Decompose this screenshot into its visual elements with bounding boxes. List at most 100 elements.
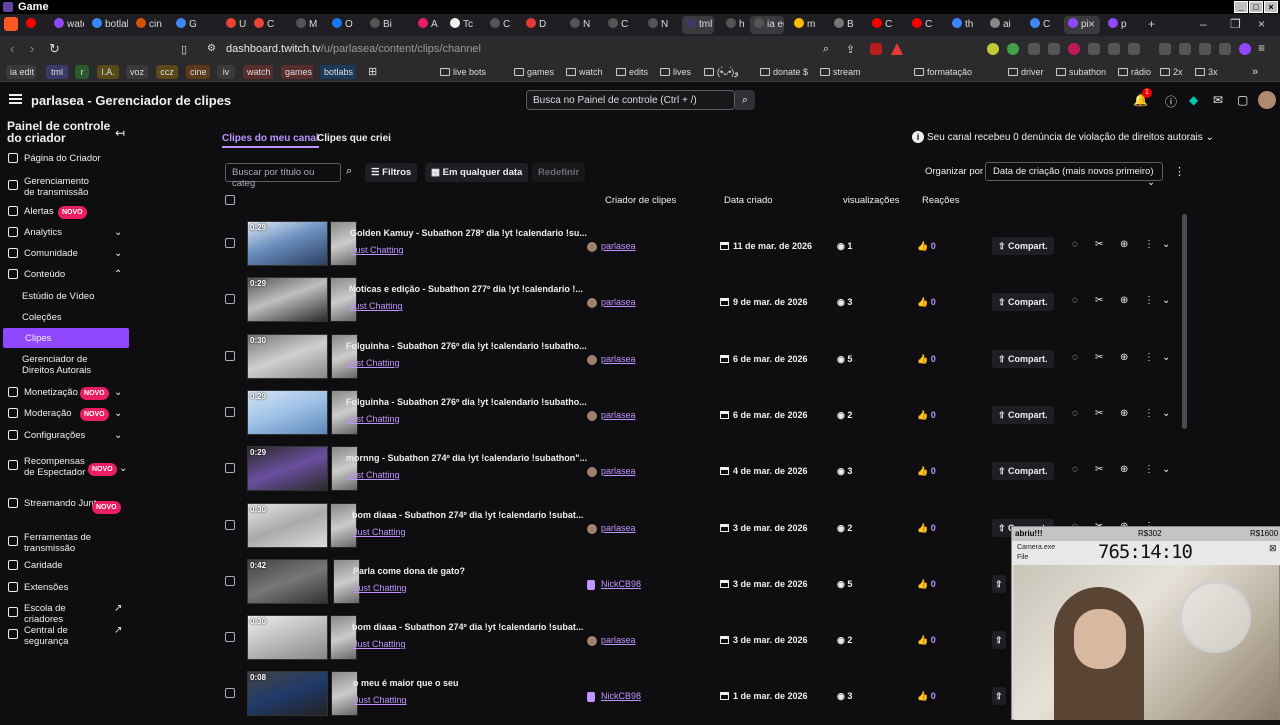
more-icon[interactable]: ⋮: [1144, 464, 1154, 475]
cam-file-menu[interactable]: File: [1017, 554, 1028, 561]
extension-2-icon[interactable]: [1007, 43, 1019, 55]
browser-tab[interactable]: U: [222, 16, 246, 34]
bookmark-item[interactable]: games: [514, 65, 554, 79]
zoom-icon[interactable]: ⌕: [823, 43, 829, 56]
sidebar-item-13[interactable]: Configurações ⌄: [0, 430, 132, 454]
bookmark-item[interactable]: voz: [126, 65, 148, 79]
clip-creator-link[interactable]: NickCB98: [601, 579, 641, 589]
sidebar-item-2[interactable]: Gerenciamento de transmissão: [0, 176, 132, 200]
bookmark-item[interactable]: 2x: [1160, 65, 1183, 79]
browser-tab[interactable]: G: [172, 16, 212, 34]
extension-8-icon[interactable]: [1128, 43, 1140, 55]
bookmark-item[interactable]: r: [75, 65, 89, 79]
clip-creator-link[interactable]: parlasea: [601, 354, 636, 364]
browser-tab[interactable]: [22, 16, 44, 34]
clip-thumbnail[interactable]: 0:29: [247, 221, 328, 266]
share-button[interactable]: ⇧: [992, 631, 1006, 650]
clip-title[interactable]: Folguinha - Subathon 276º dia !yt !calen…: [346, 341, 587, 351]
clip-category-link[interactable]: Just Chatting: [353, 639, 406, 649]
row-checkbox[interactable]: [225, 406, 235, 417]
browser-tab[interactable]: th: [948, 16, 980, 34]
more-icon[interactable]: ⋮: [1144, 352, 1154, 363]
bookmark-item[interactable]: watch: [566, 65, 603, 79]
clip-edit-icon[interactable]: ✂: [1095, 464, 1103, 475]
share-button[interactable]: ⇧ Compart.: [992, 237, 1054, 255]
hamburger-menu-icon[interactable]: [9, 94, 22, 104]
browser-tab[interactable]: h: [722, 16, 744, 34]
maximize-button[interactable]: □: [1249, 1, 1263, 13]
browser-tab[interactable]: tml: [682, 16, 714, 34]
search-icon[interactable]: ⌕: [346, 165, 352, 178]
extension-7-icon[interactable]: [1108, 43, 1120, 55]
browser-tab[interactable]: N: [566, 16, 598, 34]
filters-button[interactable]: ☰ Filtros: [365, 163, 418, 182]
bookmark-item[interactable]: ccz: [156, 65, 178, 79]
inbox-icon[interactable]: ✉: [1213, 93, 1223, 107]
bookmark-item[interactable]: donate $: [760, 65, 808, 79]
help-icon[interactable]: ⓘ: [1165, 93, 1177, 110]
browser-tab[interactable]: D: [522, 16, 560, 34]
clip-thumbnail[interactable]: 0:30: [247, 502, 328, 548]
browser-tab[interactable]: p: [1104, 16, 1140, 34]
browser-tab[interactable]: O: [328, 16, 360, 34]
browser-tab[interactable]: C: [1026, 16, 1058, 34]
row-checkbox[interactable]: [225, 294, 235, 305]
url-field[interactable]: dashboard.twitch.tv/u/parlasea/content/c…: [226, 43, 481, 55]
row-checkbox[interactable]: [225, 463, 235, 474]
extension-3-icon[interactable]: [1028, 43, 1040, 55]
browser-tab[interactable]: C: [250, 16, 288, 34]
expand-chevron-icon[interactable]: ⌄: [1162, 352, 1170, 363]
clip-category-link[interactable]: Just Chatting: [354, 583, 407, 593]
browser-tab[interactable]: Tc: [446, 16, 480, 34]
bookmark-item[interactable]: stream: [820, 65, 861, 79]
close-window-button[interactable]: ×: [1264, 1, 1278, 13]
apps-grid-icon[interactable]: ⊞: [368, 65, 377, 79]
edit-icon[interactable]: ◌: [1072, 464, 1078, 475]
browser-tab[interactable]: botlabs: [88, 16, 128, 34]
more-bookmarks-icon[interactable]: »: [1252, 65, 1258, 79]
browser-tab[interactable]: watch: [50, 16, 84, 34]
rewards-icon[interactable]: [891, 43, 903, 55]
share-button[interactable]: ⇧ Compart.: [992, 349, 1054, 368]
download-icon[interactable]: ⊕: [1120, 408, 1128, 419]
bookmark-item[interactable]: botlabs: [320, 65, 356, 79]
row-checkbox[interactable]: [225, 238, 235, 248]
extension-6-icon[interactable]: [1088, 43, 1100, 55]
minimize-button[interactable]: _: [1234, 1, 1248, 13]
clip-title[interactable]: Parla come dona de gato?: [353, 566, 465, 576]
browser-tab[interactable]: cine: [132, 16, 162, 34]
share-button[interactable]: ⇧ Compart.: [992, 293, 1054, 312]
bookmark-item[interactable]: lives: [660, 65, 691, 79]
sidebar-item-9[interactable]: Clipes: [3, 328, 129, 348]
sidebar-item-6[interactable]: Conteúdo ⌃: [0, 269, 132, 293]
row-checkbox[interactable]: [225, 519, 235, 530]
clip-edit-icon[interactable]: ✂: [1095, 295, 1103, 306]
date-filter-button[interactable]: ▦ Em qualquer data: [425, 163, 529, 182]
header-reactions[interactable]: Reações: [922, 195, 960, 206]
clip-edit-icon[interactable]: ✂: [1095, 352, 1103, 363]
browser-tab[interactable]: Bi: [366, 16, 408, 34]
row-checkbox[interactable]: [225, 575, 235, 586]
edit-icon[interactable]: ◌: [1072, 352, 1078, 363]
sort-select[interactable]: Data de criação (mais novos primeiro) ⌄: [985, 162, 1163, 188]
bits-icon[interactable]: ◆: [1189, 93, 1198, 107]
bookmark-item[interactable]: games: [281, 65, 313, 79]
bookmark-item[interactable]: tml: [46, 65, 68, 79]
more-icon[interactable]: ⋮: [1144, 408, 1154, 419]
select-all-checkbox[interactable]: [225, 195, 235, 205]
browser-tab[interactable]: ai: [986, 16, 1020, 34]
browser-tab[interactable]: M: [292, 16, 322, 34]
clip-thumbnail[interactable]: 0:29: [247, 389, 328, 435]
clip-thumbnail[interactable]: 0:29: [247, 277, 328, 323]
wallet-icon[interactable]: [1179, 43, 1191, 55]
collapse-sidebar-icon[interactable]: ↤: [115, 126, 125, 140]
clip-edit-icon[interactable]: ✂: [1095, 408, 1103, 419]
scrollbar[interactable]: [1182, 214, 1187, 429]
share-button[interactable]: ⇧: [992, 687, 1006, 706]
download-icon[interactable]: ⊕: [1120, 352, 1128, 363]
sidebar-item-17[interactable]: Caridade: [0, 560, 132, 584]
browser-tab[interactable]: A: [414, 16, 440, 34]
bookmark-item[interactable]: formatação: [914, 65, 972, 79]
browser-tab[interactable]: N: [644, 16, 676, 34]
browser-tab[interactable]: C: [908, 16, 942, 34]
